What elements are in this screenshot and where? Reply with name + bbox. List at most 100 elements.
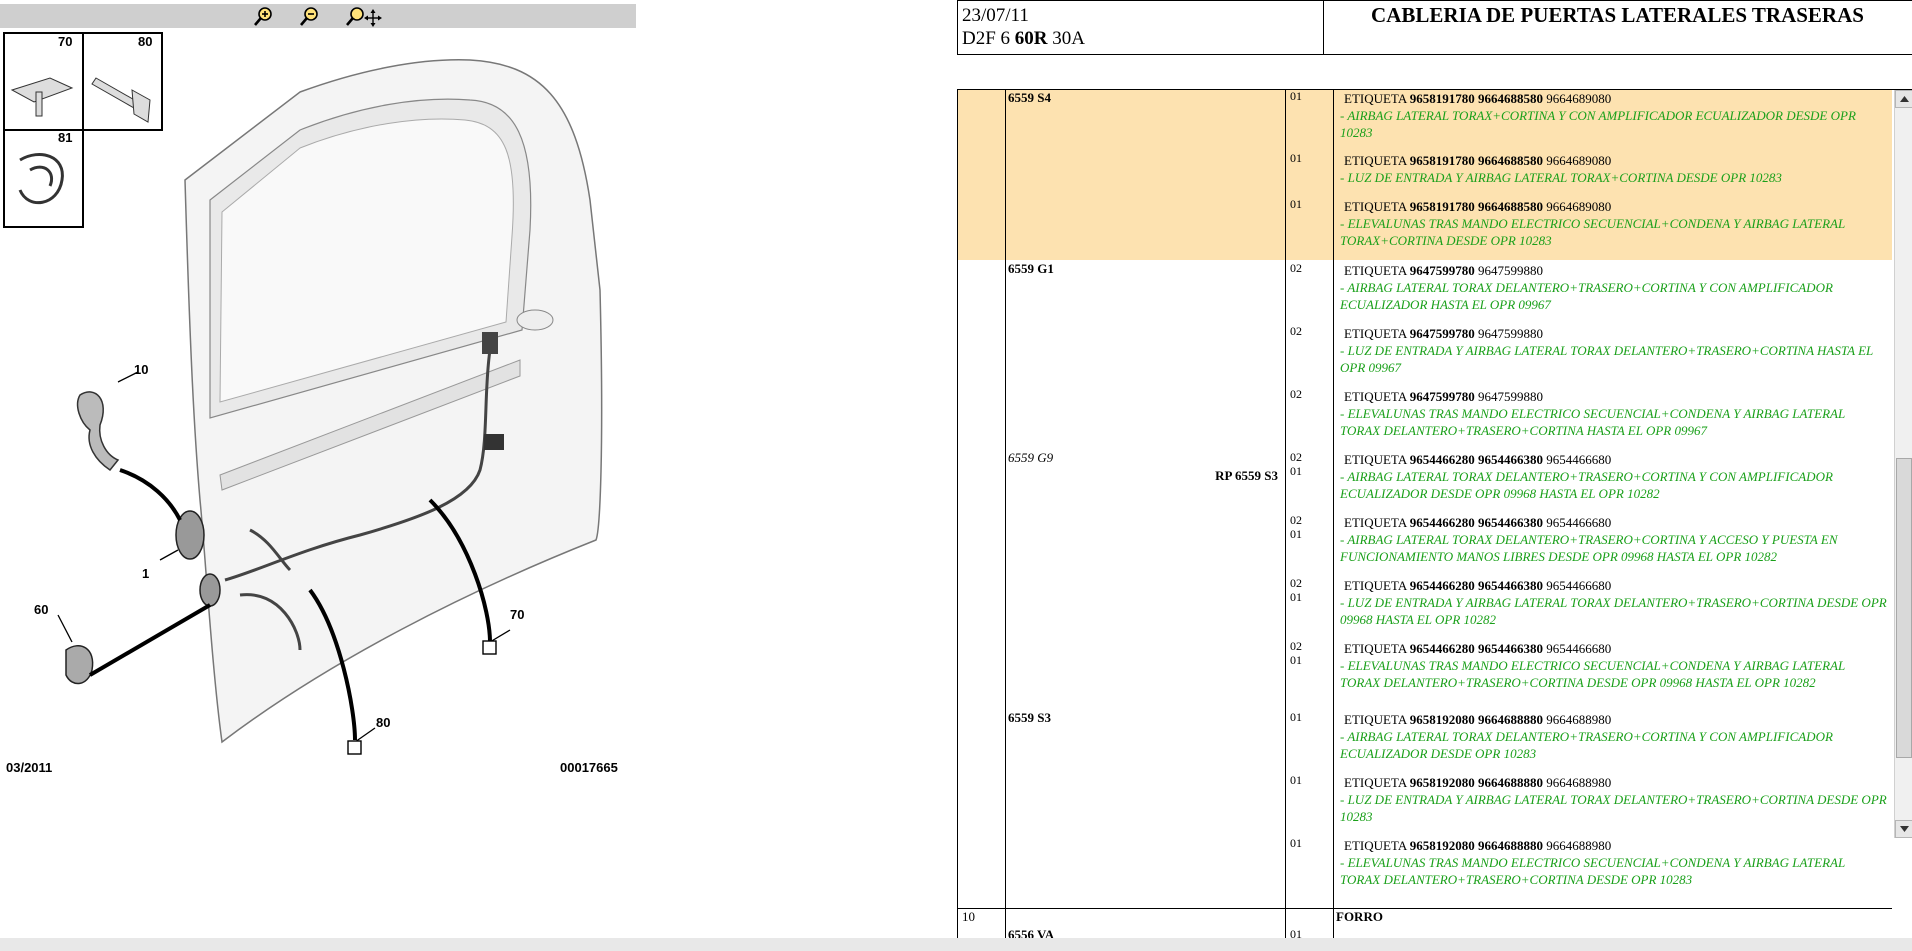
vehicle-code-prefix: D2F 6 <box>962 28 1011 49</box>
parts-table: 6559 S4 01 ETIQUETA 9658191780 966468858… <box>957 90 1892 951</box>
table-row[interactable]: ETIQUETA 9658191780 9664688580 966468908… <box>1338 198 1888 249</box>
inset-clip-81 <box>18 153 64 205</box>
pan-zoom-button[interactable] <box>344 5 384 27</box>
parts-header: 23/07/11 D2F 6 60R 30A CABLERIA DE PUERT… <box>957 0 1912 55</box>
quantity-secondary: 01 <box>1290 464 1302 478</box>
callout-label: 81 <box>58 130 72 145</box>
part-condition: - LUZ DE ENTRADA Y AIRBAG LATERAL TORAX … <box>1340 792 1887 824</box>
quantity: 01 <box>1290 151 1302 165</box>
quantity: 02 <box>1290 576 1302 590</box>
part-label: ETIQUETA 9647599780 9647599880 <box>1344 263 1543 278</box>
table-row[interactable]: ETIQUETA 9658191780 9664688580 966468908… <box>1338 152 1888 186</box>
header-date: 23/07/11 <box>962 5 1029 26</box>
header-info: 23/07/11 D2F 6 60R 30A <box>962 4 1085 50</box>
callout-label: 80 <box>138 34 152 49</box>
part-condition: - LUZ DE ENTRADA Y AIRBAG LATERAL TORAX … <box>1340 343 1874 375</box>
quantity: 02 <box>1290 387 1302 401</box>
table-row[interactable]: ETIQUETA 9658192080 9664688880 966468898… <box>1338 774 1888 825</box>
table-row-group[interactable]: 6559 G1 02 ETIQUETA 9647599780 964759988… <box>958 260 1892 450</box>
part-label: FORRO <box>1336 909 1383 924</box>
quantity-secondary: 01 <box>1290 653 1302 667</box>
callout-label: 80 <box>376 715 390 730</box>
zoom-out-button[interactable] <box>298 5 322 27</box>
part-code: 6559 G9 <box>1008 450 1054 465</box>
part-condition: - AIRBAG LATERAL TORAX DELANTERO+TRASERO… <box>1340 469 1833 501</box>
zoom-out-icon <box>300 7 318 26</box>
replacement-reference: RP 6559 S3 <box>1215 468 1278 483</box>
table-row[interactable]: ETIQUETA 9654466280 9654466380 965446668… <box>1338 577 1888 628</box>
table-row[interactable]: ETIQUETA 9647599780 9647599880 - AIRBAG … <box>1338 262 1888 313</box>
quantity: 01 <box>1290 836 1302 850</box>
callout-label: 60 <box>34 602 48 617</box>
quantity: 01 <box>1290 90 1302 103</box>
drawing-reference: 00017665 <box>560 760 618 775</box>
grommet-10 <box>76 391 120 472</box>
table-row[interactable]: ETIQUETA 9658191780 9664688580 966468908… <box>1338 90 1888 141</box>
column-divider <box>1285 90 1286 951</box>
part-label: ETIQUETA 9647599780 9647599880 <box>1344 326 1543 341</box>
table-row[interactable]: ETIQUETA 9658192080 9664688880 966468898… <box>1338 711 1888 762</box>
part-label: ETIQUETA 9658192080 9664688880 966468898… <box>1344 838 1612 853</box>
zoom-in-button[interactable] <box>252 5 276 27</box>
column-divider <box>1005 90 1006 951</box>
part-label: ETIQUETA 9654466280 9654466380 965446668… <box>1344 641 1612 656</box>
part-label: ETIQUETA 9658191780 9664688580 966468908… <box>1344 91 1612 106</box>
part-condition: - AIRBAG LATERAL TORAX+CORTINA Y CON AMP… <box>1340 108 1856 140</box>
drawing-date: 03/2011 <box>6 760 53 775</box>
table-row[interactable]: ETIQUETA 9654466280 9654466380 965446668… <box>1338 514 1888 565</box>
vehicle-code-bold: 60R <box>1014 28 1048 49</box>
part-code: 6559 S3 <box>1008 710 1051 725</box>
part-condition: - AIRBAG LATERAL TORAX DELANTERO+TRASERO… <box>1340 729 1833 761</box>
part-condition: - ELEVALUNAS TRAS MANDO ELECTRICO SECUEN… <box>1340 406 1845 438</box>
table-row-group[interactable]: 6559 S3 01 ETIQUETA 9658192080 966468888… <box>958 704 1892 908</box>
door-wiring-diagram: 70 80 81 10 1 60 70 80 <box>3 32 603 755</box>
part-label: ETIQUETA 9654466280 9654466380 965446668… <box>1344 578 1612 593</box>
part-label: ETIQUETA 9654466280 9654466380 965446668… <box>1344 452 1612 467</box>
part-label: ETIQUETA 9658192080 9664688880 966468898… <box>1344 775 1612 790</box>
quantity: 01 <box>1290 197 1302 211</box>
table-row[interactable]: ETIQUETA 9658192080 9664688880 966468898… <box>1338 837 1888 888</box>
table-row[interactable]: ETIQUETA 9647599780 9647599880 - ELEVALU… <box>1338 388 1888 439</box>
grommet-60 <box>65 645 94 685</box>
part-condition: - ELEVALUNAS TRAS MANDO ELECTRICO SECUEN… <box>1340 216 1845 248</box>
inset-clip-70 <box>10 77 74 117</box>
table-row-group-selected[interactable]: 6559 S4 01 ETIQUETA 9658191780 966468858… <box>958 90 1892 260</box>
scroll-down-button[interactable] <box>1895 820 1912 838</box>
scroll-up-icon <box>1899 96 1909 102</box>
vehicle-code-suffix: 30A <box>1052 28 1086 49</box>
vertical-scrollbar[interactable] <box>1894 90 1912 838</box>
scroll-up-button[interactable] <box>1895 90 1912 108</box>
quantity: 02 <box>1290 450 1302 464</box>
part-label: ETIQUETA 9658192080 9664688880 966468898… <box>1344 712 1612 727</box>
part-label: ETIQUETA 9658191780 9664688580 966468908… <box>1344 199 1612 214</box>
quantity: 01 <box>1290 773 1302 787</box>
table-row[interactable]: ETIQUETA 9647599780 9647599880 - LUZ DE … <box>1338 325 1888 376</box>
column-divider <box>1333 90 1334 951</box>
pan-zoom-icon <box>346 7 382 27</box>
table-row-group[interactable]: 6559 G9 RP 6559 S3 02 01 ETIQUETA 965446… <box>958 450 1892 704</box>
quantity: 02 <box>1290 639 1302 653</box>
part-condition: - ELEVALUNAS TRAS MANDO ELECTRICO SECUEN… <box>1340 658 1845 690</box>
part-label: ETIQUETA 9654466280 9654466380 965446668… <box>1344 515 1612 530</box>
callout-label: 10 <box>134 362 148 377</box>
quantity: 02 <box>1290 513 1302 527</box>
table-row[interactable]: ETIQUETA 9654466280 9654466380 965446668… <box>1338 640 1888 691</box>
quantity: 01 <box>1290 710 1302 724</box>
quantity: 02 <box>1290 324 1302 338</box>
callout-label: 1 <box>142 566 149 581</box>
vehicle-code: D2F 6 60R 30A <box>962 27 1085 50</box>
part-condition: - LUZ DE ENTRADA Y AIRBAG LATERAL TORAX+… <box>1340 170 1782 185</box>
table-row[interactable]: ETIQUETA 9654466280 9654466380 965446668… <box>1338 451 1888 502</box>
drawing-pane: 70 80 81 10 1 60 70 80 03/2011 00017665 <box>0 0 640 951</box>
row-number: 10 <box>962 909 975 924</box>
drawing-toolbar <box>0 4 636 28</box>
part-condition: - AIRBAG LATERAL TORAX DELANTERO+TRASERO… <box>1340 280 1833 312</box>
part-label: ETIQUETA 9658191780 9664688580 966468908… <box>1344 153 1612 168</box>
window-bottom-edge <box>0 938 1912 951</box>
page-title: CABLERIA DE PUERTAS LATERALES TRASERAS <box>1371 3 1864 27</box>
quantity: 02 <box>1290 261 1302 275</box>
callout-label: 70 <box>58 34 72 49</box>
part-code: 6559 G1 <box>1008 261 1054 276</box>
part-label: ETIQUETA 9647599780 9647599880 <box>1344 389 1543 404</box>
scrollbar-thumb[interactable] <box>1896 458 1912 758</box>
